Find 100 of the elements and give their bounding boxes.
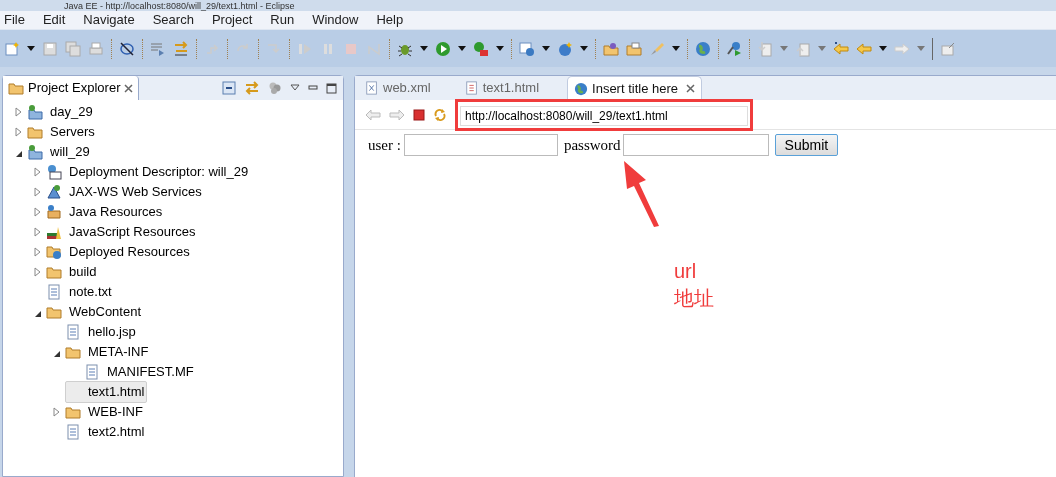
document-icon [65,424,81,440]
folder-icon [8,81,24,95]
tree-item[interactable]: Deployment Descriptor: will_29 [66,161,252,183]
refresh-icon[interactable] [433,107,447,122]
editor-tab[interactable]: text1.html [458,76,546,100]
globe-icon[interactable] [695,40,711,57]
project-explorer-tab[interactable]: Project Explorer [3,76,140,100]
menu-item[interactable]: Edit [42,10,66,30]
back-arrow-icon[interactable] [856,40,872,57]
view-menu-icon[interactable] [290,84,300,92]
play-icon[interactable] [435,40,451,57]
save-icon[interactable] [42,40,58,57]
collapsed-triangle-icon[interactable] [34,227,42,237]
tree-item[interactable]: WebContent [66,301,145,323]
tree-item[interactable]: day_29 [47,101,96,123]
dropdown-caret-icon[interactable] [580,46,588,51]
tree-item[interactable]: META-INF [85,341,152,363]
user-input[interactable] [403,134,558,157]
menu-item[interactable]: Search [152,10,194,30]
folder-globe-icon [46,244,62,260]
menu-item[interactable]: Project [211,10,253,30]
tree-item[interactable]: will_29 [47,141,93,163]
dropdown-caret-icon[interactable] [672,46,680,51]
folder-icon [27,124,43,140]
editor-tab[interactable]: web.xml [359,76,437,100]
list-arrow-icon[interactable] [150,40,166,57]
menu-item[interactable]: Run [270,10,295,30]
tree-item[interactable]: text2.html [85,421,148,443]
collapsed-triangle-icon[interactable] [53,407,61,417]
annotation-text: 地址 [674,286,714,311]
menu-item[interactable]: Navigate [83,10,135,30]
expanded-triangle-icon[interactable] [34,309,42,318]
tree-item[interactable]: Deployed Resources [66,241,193,263]
swap-arrows-icon[interactable] [173,40,189,57]
collapsed-triangle-icon[interactable] [15,127,23,137]
annotation-arrow [622,160,662,228]
document-icon [65,324,81,340]
close-icon[interactable] [124,83,134,93]
dropdown-caret-icon[interactable] [496,46,504,51]
globe-icon [574,81,589,96]
back-arrow-icon[interactable] [365,108,381,121]
descriptor-icon [46,164,62,180]
collapsed-triangle-icon[interactable] [34,187,42,197]
tree-item[interactable]: MANIFEST.MF [104,361,197,383]
crossed-circle-icon[interactable] [119,40,135,57]
editor-tab[interactable]: Insert title here [567,76,703,100]
password-input[interactable] [622,134,769,157]
minimize-icon[interactable] [308,84,318,92]
tree-item[interactable]: note.txt [66,281,115,303]
filter-icon[interactable] [268,81,282,95]
last-edit-arrow-icon[interactable] [833,40,849,57]
collapsed-triangle-icon[interactable] [34,207,42,217]
window-title: Java EE - http://localhost:8080/will_29/text1.html - Eclipse [63,1,295,11]
menu-item[interactable]: Window [312,10,359,30]
tree-item[interactable]: Java Resources [66,201,166,223]
forward-arrow-icon[interactable] [389,108,405,121]
folder-icon [46,264,62,280]
annotation-text: url [674,259,698,284]
collapsed-triangle-icon[interactable] [34,267,42,277]
xml-file-icon [365,81,379,95]
maximize-icon[interactable] [326,82,337,94]
folder-badge-icon[interactable] [603,40,619,57]
tree-item[interactable]: JAX-WS Web Services [66,181,205,203]
menu-item[interactable]: File [4,10,25,30]
expanded-triangle-icon[interactable] [15,149,23,158]
collapsed-triangle-icon[interactable] [34,247,42,257]
project-folder-icon [27,144,43,160]
dropdown-caret-icon[interactable] [879,46,887,51]
dropdown-caret-icon[interactable] [420,46,428,51]
tree-item[interactable]: JavaScript Resources [66,221,199,243]
document-icon [46,284,62,300]
open-folder-icon[interactable] [626,40,642,57]
folder-icon [65,344,81,360]
link-arrows-icon[interactable] [244,81,260,95]
menu-item[interactable]: Help [376,10,404,30]
tree-item[interactable]: hello.jsp [85,321,139,343]
save-all-icon[interactable] [65,40,81,57]
package-icon [46,204,62,220]
collapsed-triangle-icon[interactable] [34,167,42,177]
stop-icon[interactable] [413,108,425,121]
tree-item[interactable]: text1.html [65,381,148,403]
folder-icon [46,304,62,320]
submit-button[interactable]: Submit [774,134,839,157]
collapsed-triangle-icon[interactable] [15,107,23,117]
tree-item[interactable]: Servers [47,121,98,143]
close-icon[interactable] [686,84,696,93]
new-file-icon[interactable] [4,40,20,57]
expanded-triangle-icon[interactable] [53,349,61,358]
globe-run-icon[interactable] [726,40,742,57]
printer-icon[interactable] [88,40,104,57]
tree-item[interactable]: WEB-INF [85,401,146,423]
dropdown-caret-icon[interactable] [542,46,550,51]
document-icon [84,364,100,380]
url-field[interactable]: http://localhost:8080/will_29/text1.html [460,105,748,126]
dropdown-caret-icon[interactable] [27,46,35,51]
tree-item[interactable]: build [66,261,100,283]
password-label: password [563,136,621,155]
dropdown-caret-icon[interactable] [458,46,466,51]
collapse-all-icon[interactable] [222,81,236,95]
project-folder-icon [27,104,43,120]
